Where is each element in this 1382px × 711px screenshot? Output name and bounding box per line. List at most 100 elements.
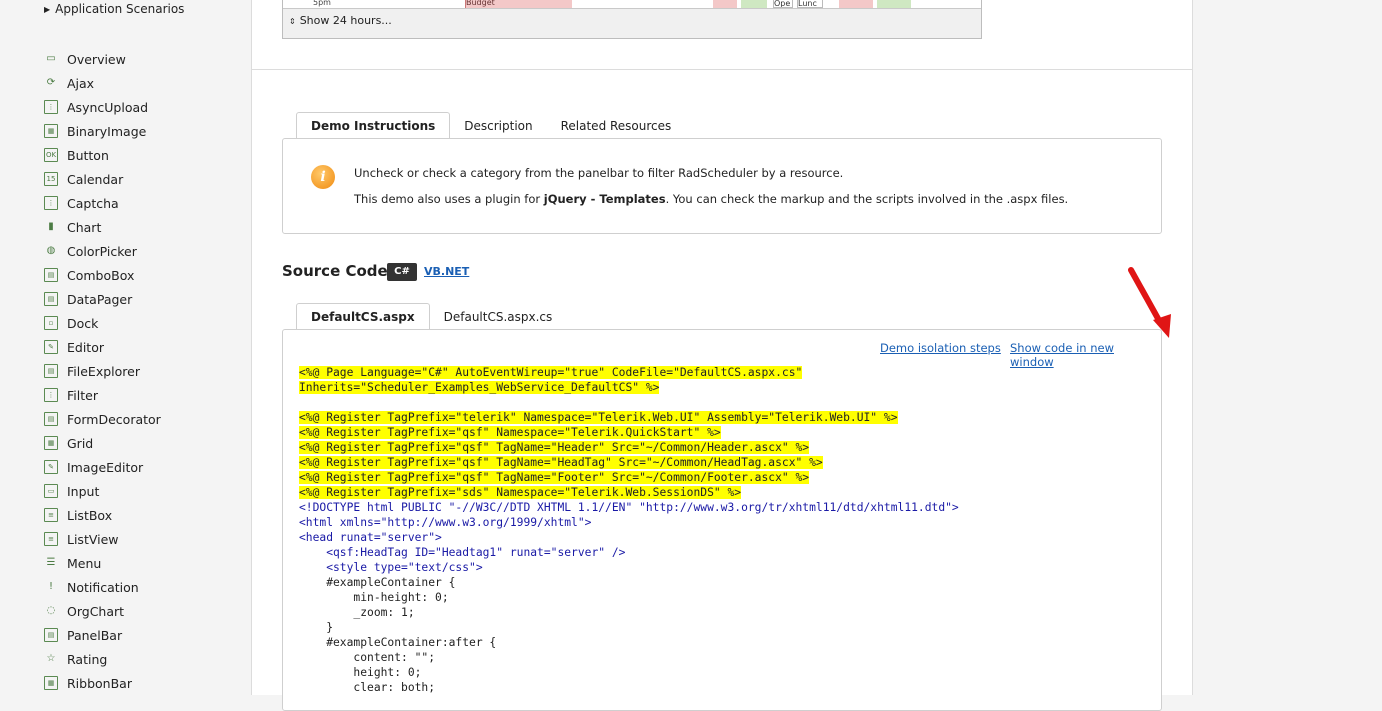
appointment-block[interactable]	[713, 0, 737, 8]
instruction-text: Uncheck or check a category from the pan…	[354, 166, 844, 180]
sidebar-item-datapager[interactable]: ▤ DataPager	[44, 287, 161, 311]
code-line-text: content: "";	[299, 651, 436, 664]
info-icon: i	[311, 165, 335, 189]
dock-icon: ▫	[44, 316, 58, 330]
sidebar-item-ajax[interactable]: ⟳ Ajax	[44, 71, 161, 95]
sidebar-item-label: Captcha	[67, 195, 119, 211]
sidebar-section-application-scenarios[interactable]: ▶ Application Scenarios	[44, 2, 184, 16]
sidebar-item-grid[interactable]: ▦ Grid	[44, 431, 161, 455]
tab-related-resources[interactable]: Related Resources	[547, 113, 686, 139]
code-line: <%@ Register TagPrefix="qsf" TagName="He…	[299, 455, 959, 470]
code-line: <%@ Register TagPrefix="sds" Namespace="…	[299, 485, 959, 500]
calendar-icon: 15	[44, 172, 58, 186]
sidebar-item-overview[interactable]: ▭ Overview	[44, 47, 161, 71]
sidebar-item-label: ListBox	[67, 507, 113, 523]
sidebar-item-captcha[interactable]: ⋮ Captcha	[44, 191, 161, 215]
code-line: #exampleContainer {	[299, 575, 959, 590]
show-24-hours-label: Show 24 hours...	[299, 14, 392, 27]
instruction-suffix: . You can check the markup and the scrip…	[665, 192, 1069, 206]
appointment-block[interactable]	[877, 0, 911, 8]
sidebar-item-rating[interactable]: ☆ Rating	[44, 647, 161, 671]
sidebar-item-combobox[interactable]: ▤ ComboBox	[44, 263, 161, 287]
filter-icon: ⋮	[44, 388, 58, 402]
code-line-text: _zoom: 1;	[299, 606, 415, 619]
sidebar-item-filter[interactable]: ⋮ Filter	[44, 383, 161, 407]
code-line-text: #exampleContainer:after {	[299, 636, 497, 649]
appointment-block[interactable]	[741, 0, 767, 8]
scheduler-preview: 5pm Budget Ope Lunc ⇕ Show 24 hours...	[282, 0, 982, 39]
sidebar-item-label: PanelBar	[67, 627, 123, 643]
code-line-text: <!DOCTYPE html PUBLIC "-//W3C//DTD XHTML…	[299, 501, 959, 514]
source-code-block: <%@ Page Language="C#" AutoEventWireup="…	[299, 365, 959, 695]
appointment-block[interactable]	[839, 0, 873, 8]
expand-arrows-icon: ⇕	[289, 17, 296, 26]
sidebar-item-formdecorator[interactable]: ▤ FormDecorator	[44, 407, 161, 431]
code-file-tabs: DefaultCS.aspx DefaultCS.aspx.cs	[296, 302, 567, 331]
code-line: <!DOCTYPE html PUBLIC "-//W3C//DTD XHTML…	[299, 500, 959, 515]
csharp-language-button[interactable]: C#	[387, 263, 417, 281]
sidebar-item-editor[interactable]: ✎ Editor	[44, 335, 161, 359]
demo-isolation-steps-link[interactable]: Demo isolation steps	[880, 341, 1001, 355]
tab-defaultcs-aspx-cs[interactable]: DefaultCS.aspx.cs	[430, 304, 567, 330]
sidebar-item-notification[interactable]: ! Notification	[44, 575, 161, 599]
sidebar-item-menu[interactable]: ☰ Menu	[44, 551, 161, 575]
sidebar-item-colorpicker[interactable]: ◍ ColorPicker	[44, 239, 161, 263]
chart-icon: ▮	[48, 221, 54, 232]
code-line-text: <html xmlns="http://www.w3.org/1999/xhtm…	[299, 516, 592, 529]
code-line-text: }	[299, 621, 334, 634]
sidebar-item-imageeditor[interactable]: ✎ ImageEditor	[44, 455, 161, 479]
sidebar-item-asyncupload[interactable]: ⋮ AsyncUpload	[44, 95, 161, 119]
expand-triangle-icon: ▶	[44, 5, 51, 14]
instruction-prefix: This demo also uses a plugin for	[354, 192, 544, 206]
appointment-budget[interactable]: Budget	[465, 0, 572, 8]
instruction-plugin-name: jQuery - Templates	[543, 192, 666, 206]
code-line: height: 0;	[299, 665, 959, 680]
sidebar-item-label: Button	[67, 147, 109, 163]
code-line: clear: both;	[299, 680, 959, 695]
sidebar-item-chart[interactable]: ▮ Chart	[44, 215, 161, 239]
code-line: <style type="text/css">	[299, 560, 959, 575]
sidebar-item-fileexplorer[interactable]: ▤ FileExplorer	[44, 359, 161, 383]
tab-defaultcs-aspx[interactable]: DefaultCS.aspx	[296, 303, 430, 331]
rating-icon: ☆	[46, 653, 56, 664]
imageeditor-icon: ✎	[44, 460, 58, 474]
code-line-text: <qsf:HeadTag ID="Headtag1" runat="server…	[299, 546, 626, 559]
sidebar-item-label: FileExplorer	[67, 363, 140, 379]
sidebar-item-label: ComboBox	[67, 267, 135, 283]
sidebar-item-label: Dock	[67, 315, 99, 331]
sidebar-nav: ▭ Overview ⟳ Ajax ⋮ AsyncUpload ▦ BinaryImage OK…	[44, 47, 161, 695]
appointment-lunch[interactable]: Lunc	[797, 0, 823, 8]
sidebar-item-calendar[interactable]: 15 Calendar	[44, 167, 161, 191]
sidebar-item-label: ImageEditor	[67, 459, 144, 475]
asyncupload-icon: ⋮	[44, 100, 58, 114]
code-line: <%@ Register TagPrefix="qsf" TagName="He…	[299, 440, 959, 455]
sidebar-item-label: Ajax	[67, 75, 95, 91]
show-code-new-window-link[interactable]: Show code in new window	[1010, 341, 1161, 369]
grid-icon: ▦	[44, 436, 58, 450]
code-line-text: <%@ Register TagPrefix="telerik" Namespa…	[299, 411, 898, 424]
sidebar-item-dock[interactable]: ▫ Dock	[44, 311, 161, 335]
sidebar-item-input[interactable]: ▭ Input	[44, 479, 161, 503]
sidebar-item-button[interactable]: OK Button	[44, 143, 161, 167]
source-code-title: Source Code	[282, 262, 388, 280]
sidebar-item-label: Editor	[67, 339, 104, 355]
datapager-icon: ▤	[44, 292, 58, 306]
code-line-text: <%@ Register TagPrefix="qsf" TagName="He…	[299, 441, 810, 454]
sidebar-item-label: Calendar	[67, 171, 124, 187]
sidebar-item-listview[interactable]: ≡ ListView	[44, 527, 161, 551]
sidebar-item-orgchart[interactable]: ◌ OrgChart	[44, 599, 161, 623]
sidebar-item-ribbonbar[interactable]: ▦ RibbonBar	[44, 671, 161, 695]
code-panel: Demo isolation steps Show code in new wi…	[282, 329, 1162, 711]
main-content: 5pm Budget Ope Lunc ⇕ Show 24 hours... De…	[252, 0, 1193, 711]
tab-description[interactable]: Description	[450, 113, 546, 139]
sidebar-item-panelbar[interactable]: ▤ PanelBar	[44, 623, 161, 647]
vbnet-language-link[interactable]: VB.NET	[424, 265, 469, 278]
code-line: }	[299, 620, 959, 635]
show-24-hours-button[interactable]: ⇕ Show 24 hours...	[289, 14, 392, 27]
code-line: <html xmlns="http://www.w3.org/1999/xhtm…	[299, 515, 959, 530]
tab-demo-instructions[interactable]: Demo Instructions	[296, 112, 451, 140]
sidebar-item-label: FormDecorator	[67, 411, 161, 427]
appointment-open[interactable]: Ope	[773, 0, 793, 8]
sidebar-item-listbox[interactable]: ≡ ListBox	[44, 503, 161, 527]
sidebar-item-binaryimage[interactable]: ▦ BinaryImage	[44, 119, 161, 143]
